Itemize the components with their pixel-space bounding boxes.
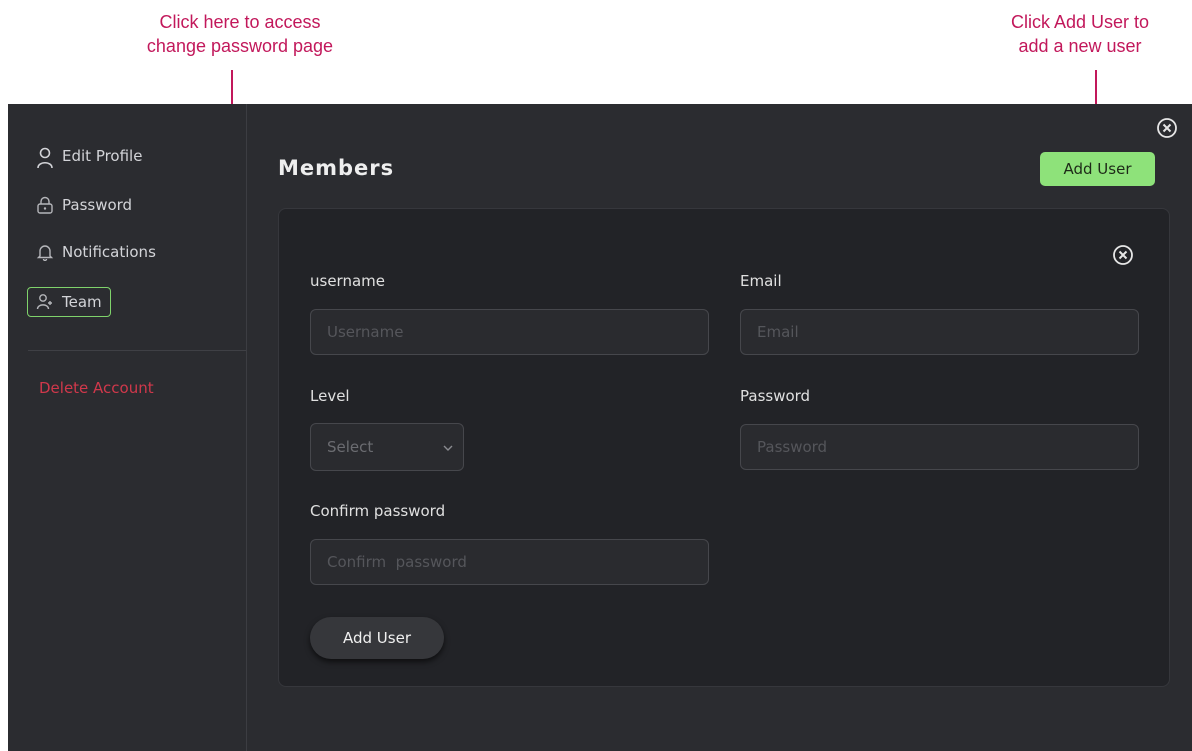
page-title: Members xyxy=(278,156,395,180)
level-select-value: Select xyxy=(327,438,374,456)
chevron-down-icon xyxy=(443,438,453,456)
sidebar: Edit Profile Password Notifications Team… xyxy=(8,104,247,751)
close-form-icon[interactable] xyxy=(1112,244,1134,266)
confirm-password-input[interactable] xyxy=(310,539,709,585)
sidebar-item-label: Password xyxy=(62,196,133,214)
add-user-form-card: username Email Level Select Password Con… xyxy=(278,208,1170,687)
lock-icon xyxy=(36,196,54,214)
level-label: Level xyxy=(310,387,350,405)
confirm-password-label: Confirm password xyxy=(310,502,446,520)
email-input[interactable] xyxy=(740,309,1139,355)
username-input[interactable] xyxy=(310,309,709,355)
email-label: Email xyxy=(740,272,782,290)
add-user-button[interactable]: Add User xyxy=(1040,152,1155,186)
sidebar-item-label: Team xyxy=(62,293,102,311)
sidebar-item-label: Edit Profile xyxy=(62,147,143,165)
sidebar-item-notifications[interactable]: Notifications xyxy=(28,236,164,268)
add-user-submit-button[interactable]: Add User xyxy=(310,617,444,659)
username-label: username xyxy=(310,272,385,290)
settings-window: Edit Profile Password Notifications Team… xyxy=(8,104,1192,751)
close-icon[interactable] xyxy=(1156,117,1178,139)
sidebar-item-label: Notifications xyxy=(62,243,156,261)
bell-icon xyxy=(36,243,54,261)
user-icon xyxy=(36,147,54,169)
sidebar-divider xyxy=(28,350,246,351)
sidebar-item-password[interactable]: Password xyxy=(28,189,140,221)
sidebar-item-team[interactable]: Team xyxy=(27,287,111,317)
password-label: Password xyxy=(740,387,811,405)
password-input[interactable] xyxy=(740,424,1139,470)
team-icon xyxy=(36,293,54,311)
sidebar-item-edit-profile[interactable]: Edit Profile xyxy=(28,140,150,172)
delete-account-link[interactable]: Delete Account xyxy=(39,379,154,397)
level-select[interactable]: Select xyxy=(310,423,464,471)
